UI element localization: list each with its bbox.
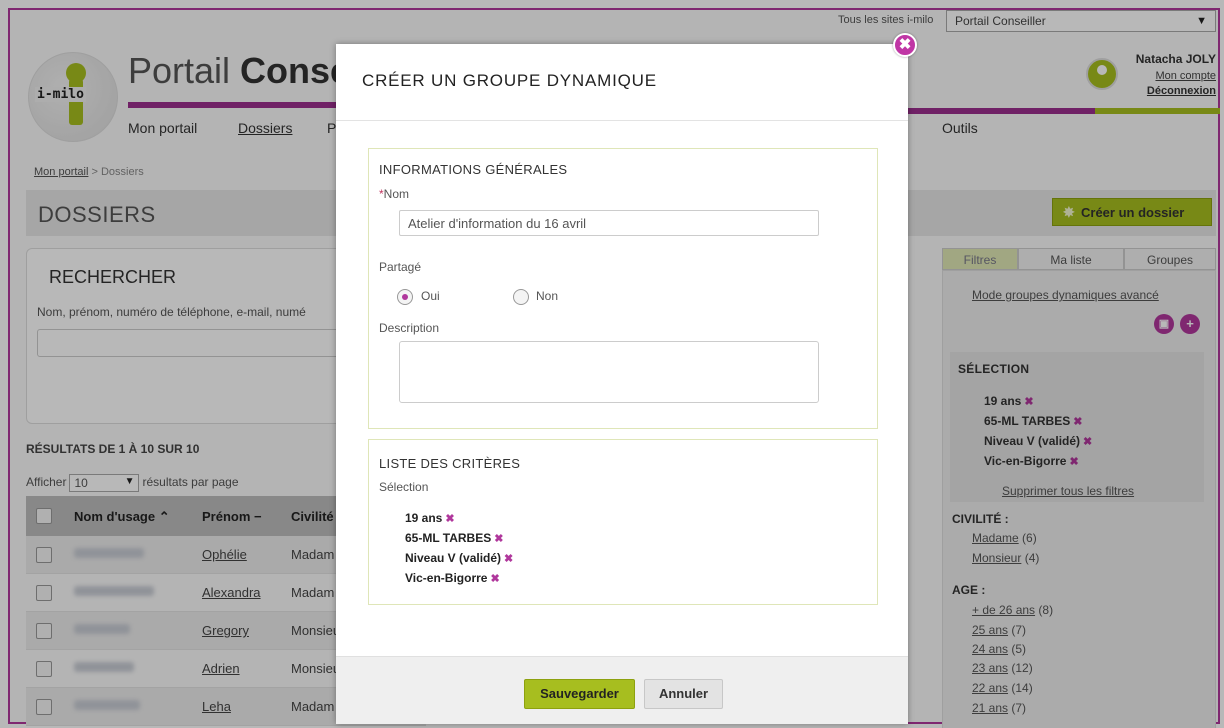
criterion-chip: Niveau V (validé) ✖ [405,551,513,565]
description-label: Description [379,321,440,335]
criterion-chip: 65-ML TARBES ✖ [405,531,503,545]
criterion-label: Niveau V (validé) [405,551,502,565]
general-info-fieldset: INFORMATIONS GÉNÉRALES *Nom Partagé Oui … [368,148,878,429]
dialog-title: CRÉER UN GROUPE DYNAMIQUE [362,71,657,90]
cancel-button[interactable]: Annuler [644,679,723,709]
criteria-legend: LISTE DES CRITÈRES [379,456,521,471]
general-info-legend: INFORMATIONS GÉNÉRALES [379,162,568,177]
remove-icon[interactable]: ✖ [445,513,454,525]
criterion-label: Vic-en-Bigorre [405,571,488,585]
dialog-footer: Sauvegarder Annuler [336,656,908,724]
create-group-dialog: CRÉER UN GROUPE DYNAMIQUE INFORMATIONS G… [336,44,908,724]
shared-no-radio[interactable] [513,289,529,305]
remove-icon[interactable]: ✖ [504,553,513,565]
remove-icon[interactable]: ✖ [490,573,499,585]
save-button[interactable]: Sauvegarder [524,679,635,709]
criteria-selection-label: Sélection [379,480,429,494]
group-name-input[interactable] [399,210,819,236]
shared-label: Partagé [379,260,422,274]
criteria-fieldset: LISTE DES CRITÈRES Sélection 19 ans ✖ 65-… [368,439,878,605]
shared-yes-radio[interactable] [397,289,413,305]
close-icon[interactable]: ✖ [893,33,917,57]
dialog-divider [336,120,908,121]
criterion-label: 19 ans [405,511,443,525]
shared-yes-label[interactable]: Oui [421,289,440,303]
remove-icon[interactable]: ✖ [494,533,503,545]
criterion-chip: Vic-en-Bigorre ✖ [405,571,500,585]
name-label: *Nom [379,187,409,201]
name-label-text: Nom [383,187,410,201]
criterion-label: 65-ML TARBES [405,531,492,545]
description-textarea[interactable] [399,341,819,403]
shared-no-label[interactable]: Non [536,289,558,303]
criterion-chip: 19 ans ✖ [405,511,455,525]
